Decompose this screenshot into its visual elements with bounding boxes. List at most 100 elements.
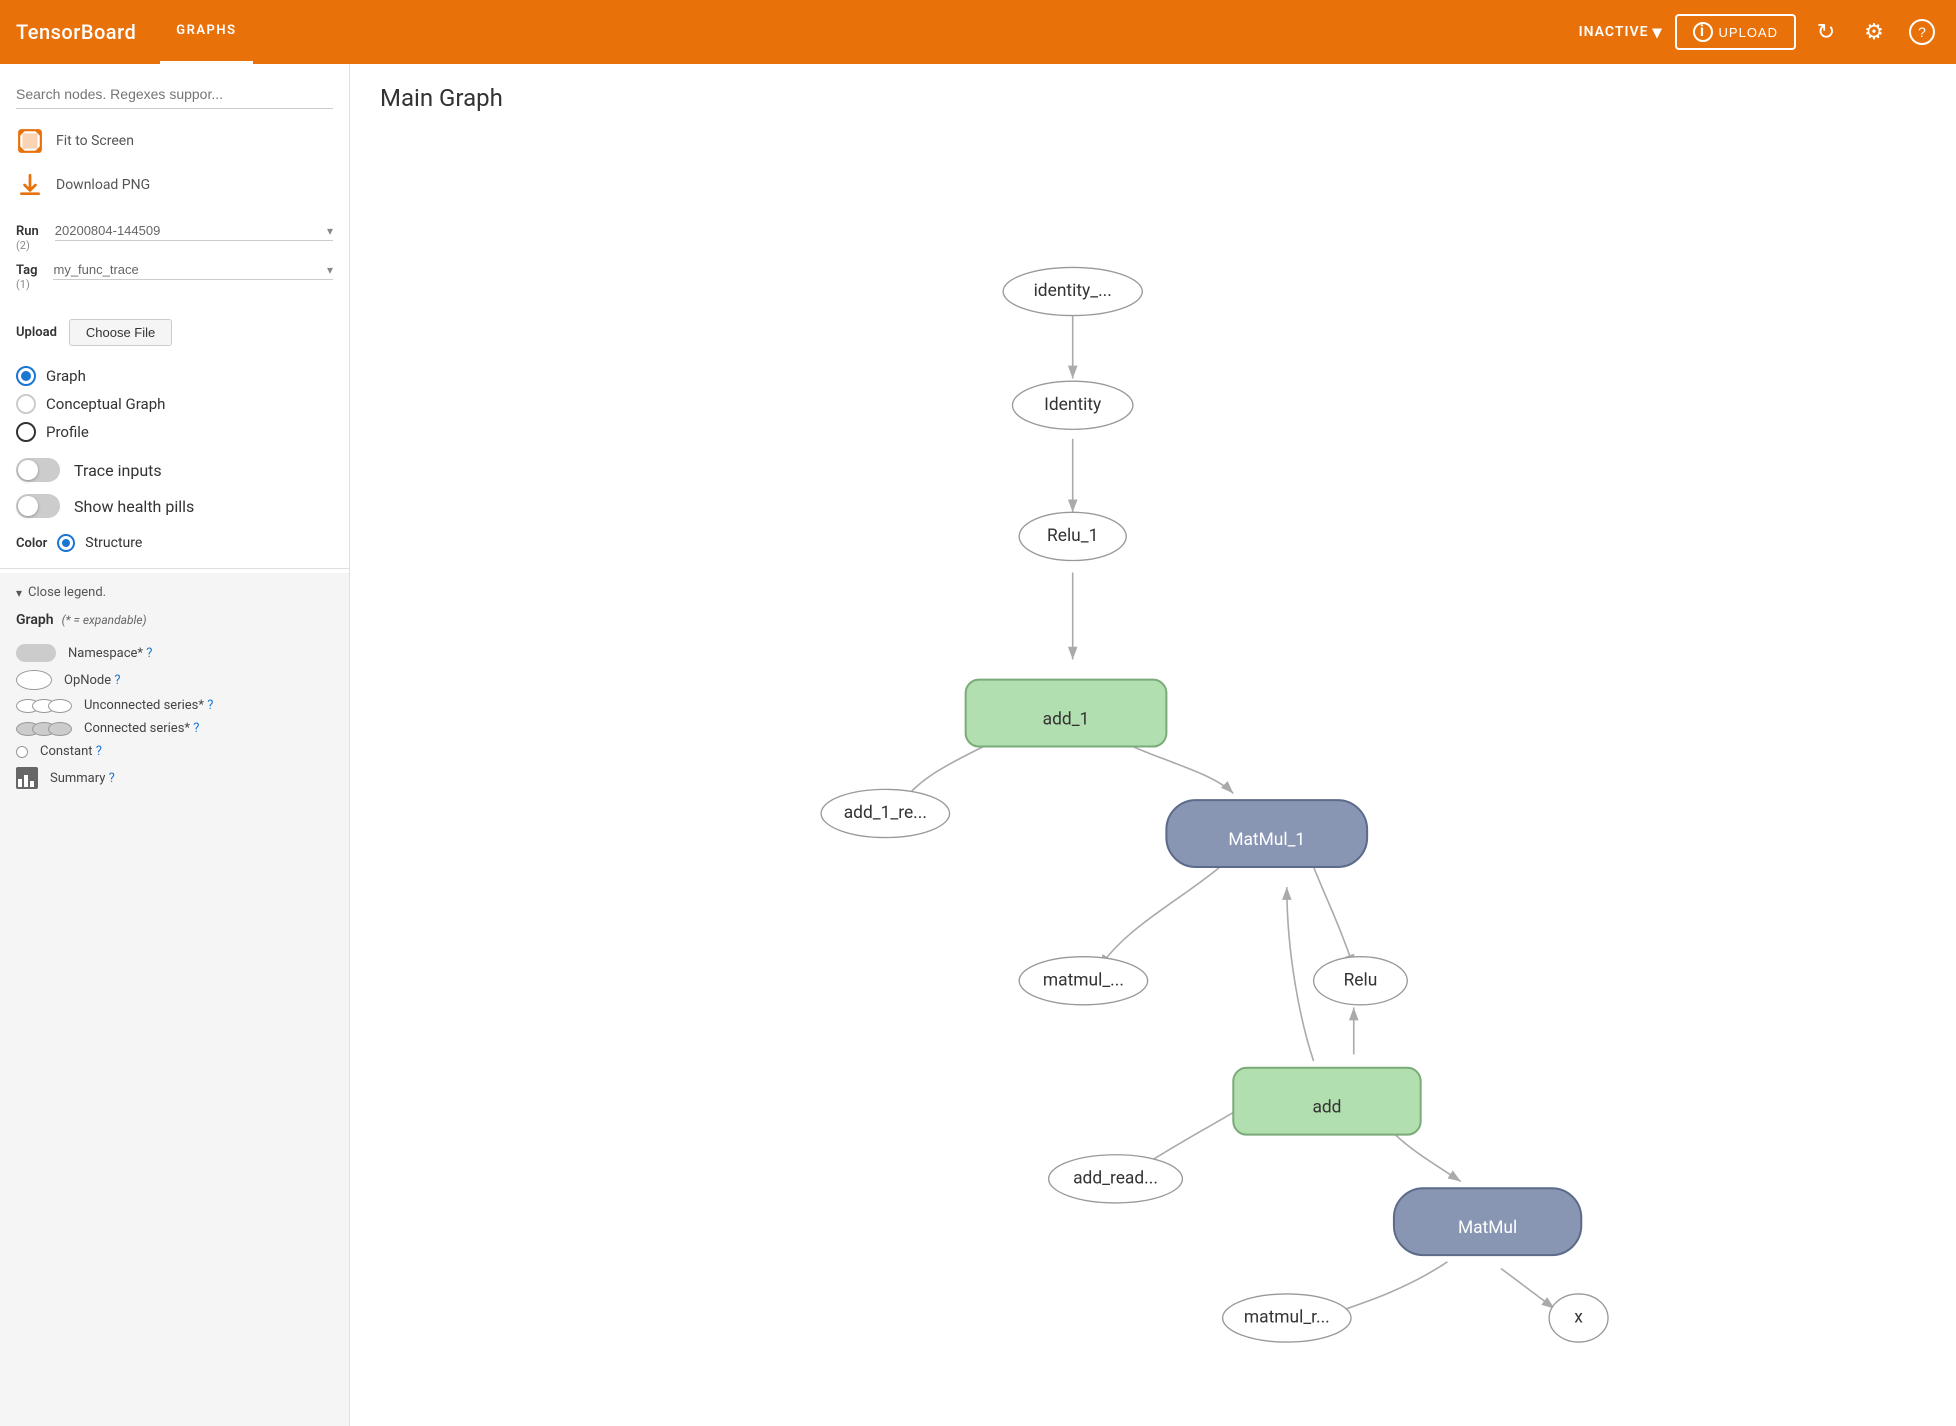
choose-file-button[interactable]: Choose File — [69, 319, 172, 346]
legend-connected-label: Connected series* ? — [84, 721, 199, 736]
identity-op-label: Identity — [1044, 395, 1102, 415]
run-selector[interactable]: INACTIVE ▾ — [1579, 22, 1663, 43]
toggle-section: Trace inputs Show health pills — [0, 450, 349, 526]
relu-label: Relu — [1344, 970, 1378, 990]
help-icon: ? — [1909, 19, 1935, 45]
namespace-help-link[interactable]: ? — [146, 646, 152, 661]
legend-close-label: Close legend. — [28, 585, 106, 600]
graph-svg: identity_... Identity Relu_1 add_1 add_1… — [350, 134, 1956, 1426]
fit-to-screen-label: Fit to Screen — [56, 133, 134, 149]
connected-shape-icon — [16, 722, 72, 736]
legend-item-opnode: OpNode ? — [16, 670, 333, 690]
identity-ellipse-label: identity_... — [1034, 281, 1112, 301]
edge-add-to-matmul1 — [1287, 887, 1314, 1061]
show-health-pills-row: Show health pills — [16, 494, 333, 518]
run-label: Run — [16, 224, 39, 239]
legend-chevron-icon: ▾ — [16, 586, 22, 600]
legend-constant-label: Constant ? — [40, 744, 102, 759]
connected-ell-3 — [48, 722, 72, 736]
trace-inputs-toggle[interactable] — [16, 458, 60, 482]
summary-shape-icon — [16, 767, 38, 789]
show-health-pills-toggle[interactable] — [16, 494, 60, 518]
graph-canvas[interactable]: identity_... Identity Relu_1 add_1 add_1… — [350, 134, 1956, 1426]
download-png-label: Download PNG — [56, 177, 150, 193]
fit-to-screen-action[interactable]: Fit to Screen — [16, 121, 333, 161]
radio-graph-label: Graph — [46, 367, 86, 385]
radio-graph-inner — [21, 371, 31, 381]
search-input[interactable] — [16, 80, 333, 109]
opnode-shape-icon — [16, 670, 52, 690]
legend-toggle[interactable]: ▾ Close legend. — [16, 585, 333, 600]
legend-summary-label: Summary ? — [50, 771, 115, 786]
run-label-wrapper: Run (2) — [16, 224, 39, 252]
run-row: Run (2) 20200804-144509 ▾ — [16, 221, 333, 252]
matmul-label: MatMul — [1458, 1218, 1517, 1238]
legend-graph-label: Graph — [16, 612, 54, 628]
settings-button[interactable]: ⚙ — [1856, 14, 1892, 50]
run-value: INACTIVE — [1579, 24, 1649, 40]
dropdown-arrow-icon: ▾ — [1652, 22, 1662, 43]
summary-bar-2 — [24, 775, 28, 787]
connected-help-link[interactable]: ? — [193, 721, 199, 736]
radio-profile[interactable]: Profile — [16, 422, 333, 442]
unconnected-ell-3 — [48, 699, 72, 713]
upload-section: Upload Choose File — [0, 311, 349, 358]
sidebar-actions: Fit to Screen Download PNG — [0, 109, 349, 217]
main-content: Main Graph — [350, 64, 1956, 1426]
download-png-action[interactable]: Download PNG — [16, 165, 333, 205]
namespace-shape-icon — [16, 644, 56, 662]
add-label: add — [1312, 1097, 1341, 1117]
radio-conceptual-label: Conceptual Graph — [46, 395, 165, 413]
settings-icon: ⚙ — [1864, 19, 1884, 45]
radio-graph-circle — [16, 366, 36, 386]
tag-select-wrapper: my_func_trace ▾ — [53, 260, 333, 280]
color-radio-circle[interactable] — [57, 534, 75, 552]
run-tag-section: Run (2) 20200804-144509 ▾ Tag (1) m — [0, 217, 349, 311]
sidebar-search-section — [0, 64, 349, 109]
color-radio-inner — [62, 539, 70, 547]
graph-title: Main Graph — [350, 64, 1956, 122]
run-dropdown-arrow-icon: ▾ — [327, 224, 333, 238]
constant-help-link[interactable]: ? — [96, 744, 102, 759]
radio-conceptual[interactable]: Conceptual Graph — [16, 394, 333, 414]
upload-info-icon: i — [1693, 22, 1713, 42]
nav-graphs[interactable]: GRAPHS — [160, 0, 252, 64]
summary-bar-1 — [18, 779, 22, 787]
legend-expandable-note: (* = expandable) — [62, 613, 147, 627]
opnode-help-link[interactable]: ? — [114, 673, 120, 688]
radio-graph[interactable]: Graph — [16, 366, 333, 386]
color-option-label: Structure — [85, 535, 142, 551]
refresh-icon: ↻ — [1817, 19, 1835, 45]
legend-item-connected: Connected series* ? — [16, 721, 333, 736]
legend-item-namespace: Namespace* ? — [16, 644, 333, 662]
run-count: (2) — [16, 239, 39, 252]
tag-label-wrapper: Tag (1) — [16, 263, 37, 291]
color-section-label: Color — [16, 536, 47, 551]
show-health-pills-label: Show health pills — [74, 497, 194, 516]
app-logo: TensorBoard — [16, 20, 136, 44]
sidebar-divider — [0, 568, 349, 569]
upload-button[interactable]: i UPLOAD — [1675, 14, 1796, 50]
download-icon — [16, 171, 44, 199]
x-label: x — [1574, 1308, 1583, 1328]
tag-label: Tag — [16, 263, 37, 278]
color-section: Color Structure — [0, 526, 349, 564]
run-select[interactable]: 20200804-144509 — [55, 223, 327, 238]
refresh-button[interactable]: ↻ — [1808, 14, 1844, 50]
unconnected-help-link[interactable]: ? — [207, 698, 213, 713]
legend-items: Namespace* ? OpNode ? — [16, 644, 333, 789]
legend-opnode-label: OpNode ? — [64, 673, 121, 688]
matmul1-label: MatMul_1 — [1228, 830, 1305, 850]
legend-item-constant: Constant ? — [16, 744, 333, 759]
radio-conceptual-circle — [16, 394, 36, 414]
edge-matmul1-to-relu — [1314, 867, 1354, 967]
radio-profile-circle — [16, 422, 36, 442]
upload-section-label: Upload — [16, 325, 57, 340]
summary-help-link[interactable]: ? — [109, 771, 115, 786]
legend-title-row: Graph (* = expandable) — [16, 612, 333, 636]
header-right: INACTIVE ▾ i UPLOAD ↻ ⚙ ? — [1579, 14, 1940, 50]
help-button[interactable]: ? — [1904, 14, 1940, 50]
legend-section: ▾ Close legend. Graph (* = expandable) N… — [0, 573, 349, 1426]
show-health-pills-knob — [18, 496, 38, 516]
tag-select[interactable]: my_func_trace — [53, 262, 326, 277]
